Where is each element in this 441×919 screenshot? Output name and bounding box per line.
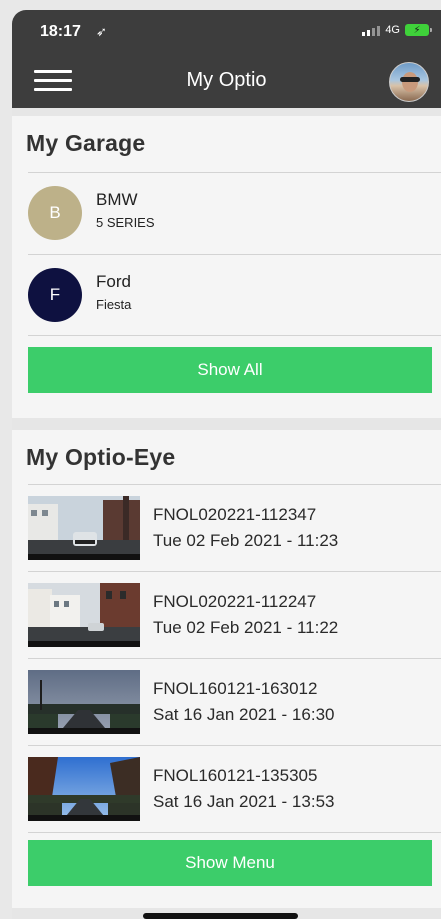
- clip-date: Sat 16 Jan 2021 - 13:53: [153, 792, 335, 811]
- battery-icon: ⚡: [405, 24, 432, 36]
- vehicle-avatar: B: [28, 186, 82, 240]
- clip-row[interactable]: FNOL020221-112247 Tue 02 Feb 2021 - 11:2…: [12, 572, 441, 658]
- clip-date: Tue 02 Feb 2021 - 11:23: [153, 531, 339, 550]
- clip-row[interactable]: FNOL020221-112347 Tue 02 Feb 2021 - 11:2…: [12, 485, 441, 571]
- vehicle-make: Ford: [96, 272, 131, 291]
- clip-id: FNOL020221-112247: [153, 592, 317, 611]
- clip-date: Tue 02 Feb 2021 - 11:22: [153, 618, 339, 637]
- status-time: 18:17: [40, 23, 81, 40]
- signal-icon: [362, 25, 381, 36]
- vehicle-model: Fiesta: [96, 297, 132, 312]
- clip-row[interactable]: FNOL160121-135305 Sat 16 Jan 2021 - 13:5…: [12, 746, 441, 832]
- clip-thumbnail: [28, 583, 140, 647]
- clip-id: FNOL160121-163012: [153, 679, 318, 698]
- garage-title: My Garage: [26, 130, 146, 156]
- clip-thumbnail: [28, 496, 140, 560]
- location-arrow-icon: ➶: [96, 24, 107, 39]
- divider: [28, 832, 441, 833]
- show-menu-button[interactable]: Show Menu: [28, 840, 432, 886]
- optio-eye-title: My Optio-Eye: [26, 444, 176, 470]
- vehicle-avatar: F: [28, 268, 82, 322]
- clip-id: FNOL020221-112347: [153, 505, 317, 524]
- content-scroll[interactable]: My Garage B BMW 5 SERIES F Ford Fiesta S…: [12, 108, 441, 919]
- show-all-button[interactable]: Show All: [28, 347, 432, 393]
- clip-thumbnail: [28, 670, 140, 734]
- page-title: My Optio: [186, 69, 267, 91]
- network-label: 4G: [385, 24, 400, 36]
- clip-id: FNOL160121-135305: [153, 766, 318, 785]
- profile-avatar[interactable]: [389, 62, 429, 102]
- navigation-bar: My Optio: [12, 54, 441, 108]
- top-bar: 18:17 ➶ 4G ⚡ My Optio: [12, 10, 441, 108]
- garage-card: My Garage B BMW 5 SERIES F Ford Fiesta S…: [12, 116, 441, 418]
- vehicle-model: 5 SERIES: [96, 215, 155, 230]
- clip-thumbnail: [28, 757, 140, 821]
- vehicle-row-ford[interactable]: F Ford Fiesta: [12, 255, 441, 335]
- phone-screen: 18:17 ➶ 4G ⚡ My Optio My Garage B BMW 5 …: [0, 0, 441, 919]
- clip-row[interactable]: FNOL160121-163012 Sat 16 Jan 2021 - 16:3…: [12, 659, 441, 745]
- status-indicators: 4G ⚡: [362, 24, 432, 36]
- home-indicator[interactable]: [143, 913, 298, 919]
- divider: [28, 335, 441, 336]
- status-bar: 18:17 ➶ 4G ⚡: [12, 10, 441, 54]
- vehicle-row-bmw[interactable]: B BMW 5 SERIES: [12, 173, 441, 253]
- clip-date: Sat 16 Jan 2021 - 16:30: [153, 705, 335, 724]
- charging-bolt-icon: ⚡: [413, 24, 421, 36]
- vehicle-make: BMW: [96, 190, 138, 209]
- optio-eye-card: My Optio-Eye FNOL020221-112347 Tue 02 Fe…: [12, 430, 441, 908]
